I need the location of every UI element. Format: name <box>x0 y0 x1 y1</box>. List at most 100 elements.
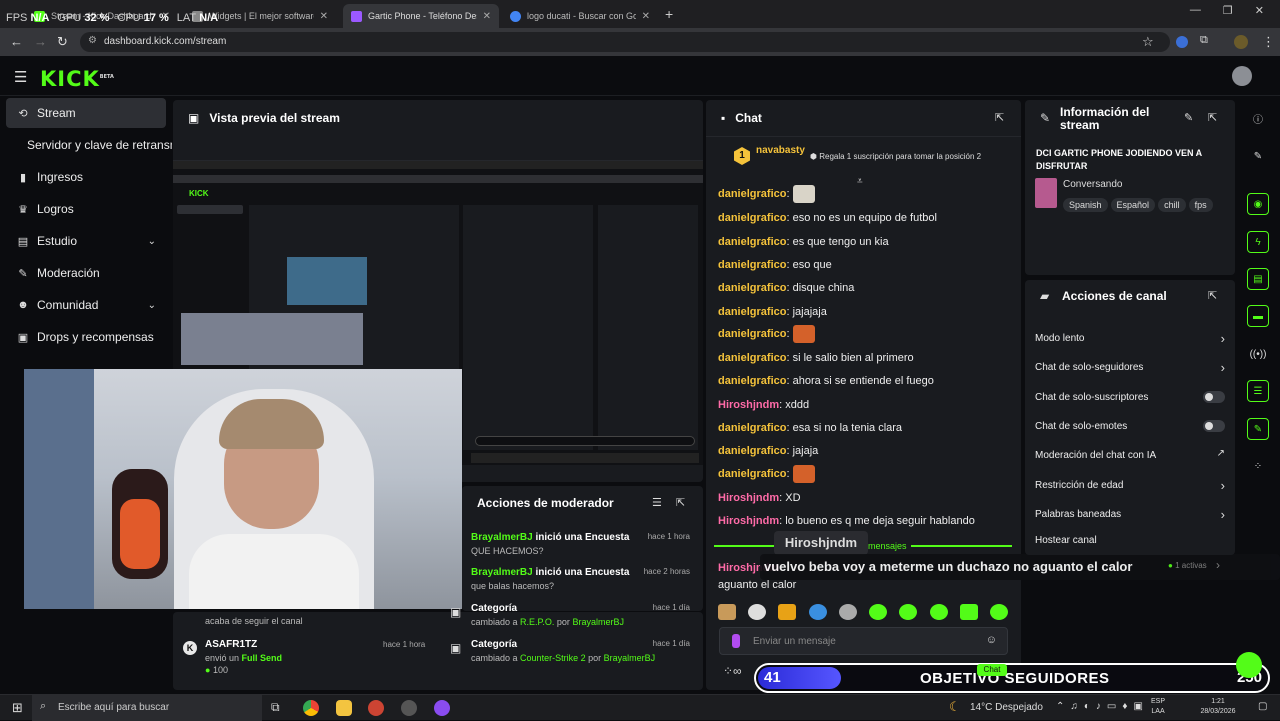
sidebar-item-ingresos[interactable]: ▮ Ingresos <box>6 162 166 192</box>
apps-icon[interactable]: ⁘ <box>1247 455 1269 477</box>
sidebar-item-comunidad[interactable]: ☻ Comunidad ⌄ <box>6 290 166 320</box>
chat-username[interactable]: Hiroshjndm <box>718 515 779 527</box>
windows-start-icon[interactable]: ⊞ <box>12 700 23 716</box>
sliders-icon[interactable]: ☰ <box>1247 380 1269 402</box>
chat-icon[interactable]: ▬ <box>1247 305 1269 327</box>
site-info-icon[interactable]: ⚙ <box>88 35 97 46</box>
emotes-only-toggle[interactable] <box>1203 420 1225 432</box>
chat-username[interactable]: danielgrafico <box>718 422 786 434</box>
emote-icon[interactable] <box>748 604 767 620</box>
tray-icons[interactable]: ⌃♫◐♪▭♦▣ <box>1056 701 1149 712</box>
broadcast-icon[interactable]: ((•)) <box>1247 343 1269 365</box>
popout-icon[interactable]: ⇱ <box>1208 289 1217 302</box>
mod-sub-game[interactable]: Counter-Strike 2 <box>520 653 586 663</box>
action-slow-mode[interactable]: Modo lento › <box>1035 331 1225 346</box>
chat-username[interactable]: danielgrafico <box>718 212 786 224</box>
chat-username[interactable]: danielgrafico <box>718 468 786 480</box>
tab-close-icon[interactable]: ✕ <box>642 11 650 22</box>
sidebar-item-stream[interactable]: ⟲ Stream <box>6 98 166 128</box>
emote-icon[interactable] <box>718 604 736 620</box>
action-followers-only[interactable]: Chat de solo-seguidores › <box>1035 360 1225 375</box>
popout-icon[interactable]: ⇱ <box>1208 111 1217 124</box>
sidebar-item-server-key[interactable]: Servidor y clave de retransmisión <box>6 130 172 160</box>
emote-icon[interactable] <box>989 604 1008 620</box>
camera-icon[interactable]: ◉ <box>1247 193 1269 215</box>
reload-icon[interactable]: ↻ <box>57 34 68 50</box>
emote-icon[interactable] <box>808 604 827 620</box>
chat-username[interactable]: danielgrafico <box>718 259 786 271</box>
app-icon[interactable] <box>434 700 450 716</box>
extensions-puzzle-icon[interactable]: ⧉ <box>1200 34 1208 47</box>
profile-avatar[interactable] <box>1234 35 1248 49</box>
app-icon[interactable] <box>368 700 384 716</box>
chat-username[interactable]: Hiroshjndm <box>718 399 779 411</box>
url-field[interactable]: ⚙ dashboard.kick.com/stream <box>80 32 1170 52</box>
chat-username[interactable]: danielgrafico <box>718 236 786 248</box>
emote-icon[interactable] <box>899 604 918 620</box>
filter-icon[interactable]: ☰ <box>652 496 662 509</box>
lightning-icon[interactable]: ϟ <box>1247 231 1269 253</box>
sidebar-item-moderacion[interactable]: ✎ Moderación <box>6 258 166 288</box>
obs-icon[interactable] <box>401 700 417 716</box>
popout-chat-icon[interactable]: ⇱ <box>995 111 1004 124</box>
chat-input[interactable]: Enviar un mensaje ☺ <box>719 627 1008 655</box>
extension-icon[interactable] <box>1176 36 1188 48</box>
mod-sub-game[interactable]: R.E.P.O. <box>520 617 554 627</box>
pencil-icon[interactable]: ✎ <box>1247 145 1269 167</box>
subscribers-only-toggle[interactable] <box>1203 391 1225 403</box>
mod-sub-user[interactable]: BrayalmerBJ <box>572 617 624 627</box>
chat-username[interactable]: danielgrafico <box>718 188 786 200</box>
notification-icon[interactable]: ▢ <box>1258 701 1267 712</box>
emote-icon[interactable] <box>838 604 857 620</box>
chat-username[interactable]: danielgrafico <box>718 306 786 318</box>
chat-username[interactable]: danielgrafico <box>718 282 786 294</box>
browser-menu-icon[interactable]: ⋮ <box>1262 34 1275 50</box>
emote-icon[interactable] <box>869 604 888 620</box>
emote-icon[interactable] <box>929 604 948 620</box>
bookmark-star-icon[interactable]: ☆ <box>1142 34 1154 50</box>
wrench-icon[interactable]: ✎ <box>1247 418 1269 440</box>
sidebar-item-drops[interactable]: ▣ Drops y recompensas <box>6 322 166 352</box>
sidebar-item-logros[interactable]: ♛ Logros <box>6 194 166 224</box>
clock[interactable]: 1:21 28/03/2026 <box>1196 697 1240 717</box>
pinned-user[interactable]: navabasty <box>756 145 805 156</box>
maximize-icon[interactable]: ❐ <box>1223 4 1233 17</box>
mod-sub-user[interactable]: BrayalmerBJ <box>604 653 656 663</box>
new-tab-button[interactable]: + <box>665 6 673 22</box>
back-icon[interactable]: ← <box>10 34 23 49</box>
taskbar-search[interactable]: ⌕ Escribe aquí para buscar <box>32 695 262 721</box>
tab-gartic-phone[interactable]: Gartic Phone - Teléfono Descom ✕ <box>343 4 499 28</box>
tab-close-icon[interactable]: ✕ <box>483 11 491 22</box>
mod-user[interactable]: BrayalmerBJ <box>471 567 533 578</box>
emote-icon[interactable] <box>959 604 978 620</box>
chat-send-button[interactable]: Chat <box>977 664 1007 676</box>
kick-logo[interactable]: KICKBETA <box>40 67 114 91</box>
scroll-down-icon[interactable]: ⩡ <box>857 176 863 187</box>
edit-pencil-icon[interactable]: ✎ <box>1184 111 1193 124</box>
hamburger-menu-icon[interactable]: ☰ <box>14 68 27 86</box>
document-icon[interactable]: ▤ <box>1247 268 1269 290</box>
user-avatar[interactable] <box>1232 66 1252 86</box>
chat-username[interactable]: danielgrafico <box>718 445 786 457</box>
mvp-emote-icon[interactable] <box>778 604 797 620</box>
close-window-icon[interactable]: ✕ <box>1255 4 1264 17</box>
chevron-right-icon[interactable]: › <box>1216 558 1220 572</box>
mod-user[interactable]: BrayalmerBJ <box>471 532 533 543</box>
popout-icon[interactable]: ⇱ <box>676 496 685 509</box>
chat-username[interactable]: danielgrafico <box>718 328 786 340</box>
forward-icon[interactable]: → <box>34 34 47 49</box>
tab-close-icon[interactable]: ✕ <box>320 11 328 22</box>
language-indicator[interactable]: ESP LAA <box>1151 697 1165 717</box>
chat-settings-icon[interactable]: ⁘∞ <box>723 664 742 678</box>
action-banned-words[interactable]: Palabras baneadas › <box>1035 507 1225 522</box>
chat-username[interactable]: danielgrafico <box>718 375 786 387</box>
info-icon[interactable]: ⓘ <box>1247 107 1269 129</box>
emoji-picker-icon[interactable]: ☺ <box>986 634 997 646</box>
chat-username[interactable]: danielgrafico <box>718 352 786 364</box>
action-ai-moderation[interactable]: Moderación del chat con IA ↗ <box>1035 448 1225 461</box>
sidebar-item-estudio[interactable]: ▤ Estudio ⌄ <box>6 226 166 256</box>
activity-user[interactable]: ASAFR1TZ <box>205 639 257 650</box>
minimize-icon[interactable]: — <box>1190 4 1201 17</box>
tab-google-search[interactable]: logo ducati - Buscar con Google ✕ <box>502 4 658 28</box>
task-view-icon[interactable]: ⧉ <box>271 700 280 715</box>
